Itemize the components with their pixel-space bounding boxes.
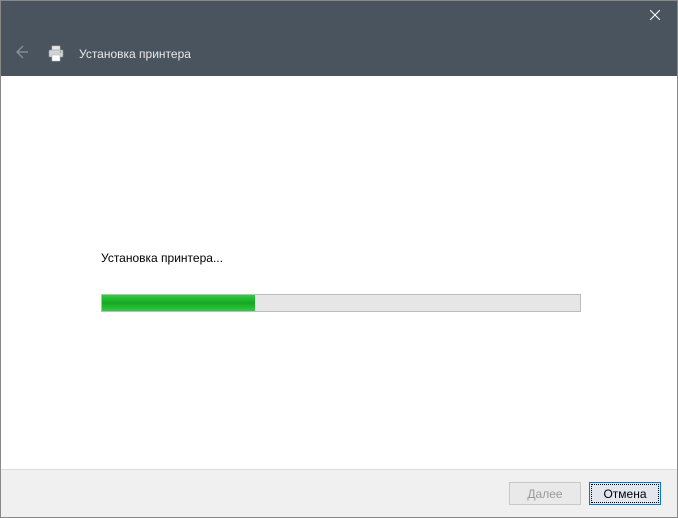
- status-text: Установка принтера...: [101, 251, 223, 265]
- header-title: Установка принтера: [79, 47, 191, 61]
- content-area: Установка принтера...: [1, 76, 677, 469]
- close-button[interactable]: [632, 1, 677, 31]
- progress-bar: [101, 294, 581, 312]
- footer-bar: Далее Отмена: [1, 469, 677, 517]
- cancel-button[interactable]: Отмена: [589, 482, 661, 505]
- header-bar: Установка принтера: [1, 31, 677, 76]
- titlebar: [1, 1, 677, 31]
- close-icon: [650, 9, 660, 23]
- back-button: [9, 42, 33, 66]
- progress-fill: [102, 295, 255, 311]
- next-button: Далее: [509, 482, 581, 505]
- arrow-left-icon: [13, 44, 29, 63]
- printer-icon: [47, 45, 65, 63]
